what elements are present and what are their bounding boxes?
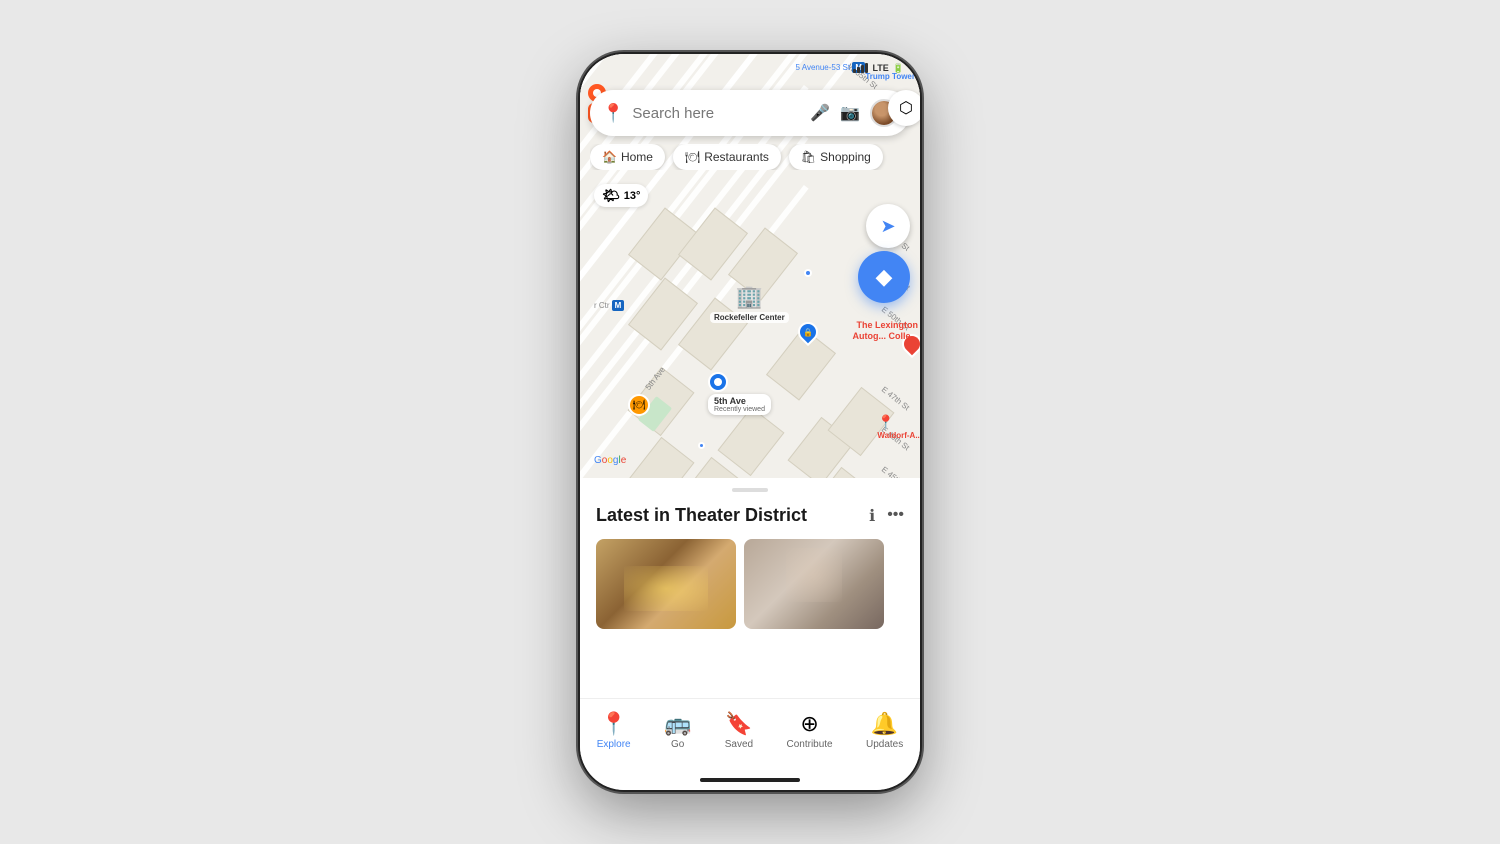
pill-restaurants[interactable]: 🍽 Restaurants: [673, 144, 781, 170]
nav-contribute-label: Contribute: [786, 739, 832, 750]
photo-row: [596, 539, 904, 629]
photo-thumb-2[interactable]: [744, 539, 884, 629]
lexington-label[interactable]: The LexingtonAutog... Colle...: [853, 320, 919, 343]
battery-icon: 🔋: [893, 63, 904, 74]
panel-drag-handle[interactable]: [732, 488, 768, 492]
updates-icon: 🔔: [871, 711, 898, 737]
google-logo: Google: [594, 450, 626, 468]
status-indicators: LTE 🔋: [853, 63, 904, 74]
location-arrow-icon: ➤: [880, 216, 895, 237]
phone-shell: LTE 🔋: [580, 54, 920, 790]
network-type: LTE: [872, 63, 888, 73]
sun-icon: 🌤: [602, 187, 620, 204]
signal-icon: [853, 63, 868, 73]
home-indicator: [580, 770, 920, 790]
more-icon[interactable]: •••: [887, 506, 904, 526]
navigate-diamond-icon: ◆: [876, 264, 893, 290]
contribute-icon: ⊕: [800, 711, 818, 737]
nav-explore-label: Explore: [597, 739, 631, 750]
nav-explore[interactable]: 📍 Explore: [597, 711, 631, 750]
explore-icon: 📍: [600, 711, 627, 737]
camera-icon[interactable]: 📷: [840, 103, 860, 123]
map-container[interactable]: W 55th St Trump Tower E 52nd St E 51st S…: [580, 54, 920, 478]
nav-saved[interactable]: 🔖 Saved: [725, 711, 753, 750]
pill-home[interactable]: 🏠 Home: [590, 144, 665, 170]
panel-title: Latest in Theater District: [596, 504, 807, 527]
poi-dot-2: [804, 269, 812, 277]
bottom-panel: Latest in Theater District ℹ •••: [580, 478, 920, 698]
ctr-subway: r Ctr M: [594, 300, 624, 311]
rockefeller-poi[interactable]: 🏢 Rockefeller Center: [710, 284, 789, 323]
category-pills: 🏠 Home 🍽 Restaurants 🛍 Shopping: [590, 144, 920, 170]
info-icon[interactable]: ℹ: [869, 506, 875, 526]
search-action-icons: 🎤 📷: [810, 99, 898, 127]
layers-icon: ⬡: [899, 98, 913, 118]
nav-saved-label: Saved: [725, 739, 753, 750]
search-input[interactable]: Search here: [632, 105, 810, 122]
nav-go-label: Go: [671, 739, 684, 750]
maps-logo-icon: 📍: [602, 103, 624, 124]
status-bar: LTE 🔋: [580, 54, 920, 82]
pill-home-label: Home: [621, 150, 653, 164]
nav-updates-label: Updates: [866, 739, 903, 750]
home-bar: [700, 778, 800, 782]
nav-contribute[interactable]: ⊕ Contribute: [786, 711, 832, 750]
bottom-nav: 📍 Explore 🚌 Go 🔖 Saved ⊕ Contribute 🔔 Up…: [580, 698, 920, 770]
nav-go[interactable]: 🚌 Go: [664, 711, 691, 750]
home-icon: 🏠: [602, 150, 617, 164]
go-icon: 🚌: [664, 711, 691, 737]
blue-pin[interactable]: 🔒: [798, 322, 818, 342]
layers-button[interactable]: ⬡: [888, 90, 920, 126]
temperature: 13°: [624, 190, 641, 202]
mic-icon[interactable]: 🎤: [810, 103, 830, 123]
restaurants-icon: 🍽: [685, 150, 700, 164]
panel-actions: ℹ •••: [869, 506, 904, 526]
location-button[interactable]: ➤: [866, 204, 910, 248]
panel-header: Latest in Theater District ℹ •••: [596, 504, 904, 527]
navigate-button[interactable]: ◆: [858, 251, 910, 303]
pill-shopping[interactable]: 🛍 Shopping: [789, 144, 883, 170]
restaurant-poi[interactable]: 🍽: [628, 394, 650, 416]
waldorf-poi[interactable]: 📍 Waldorf-A...: [877, 414, 920, 440]
5thave-poi[interactable]: 5th Ave Recently viewed: [708, 372, 771, 415]
pill-shopping-label: Shopping: [820, 150, 871, 164]
poi-dot-3: [698, 442, 705, 449]
weather-badge: 🌤 13°: [594, 184, 648, 207]
photo-thumb-1[interactable]: [596, 539, 736, 629]
nav-updates[interactable]: 🔔 Updates: [866, 711, 903, 750]
shopping-icon: 🛍: [801, 150, 816, 164]
pill-restaurants-label: Restaurants: [704, 150, 769, 164]
saved-icon: 🔖: [725, 711, 752, 737]
search-bar[interactable]: 📍 Search here 🎤 📷: [590, 90, 910, 136]
